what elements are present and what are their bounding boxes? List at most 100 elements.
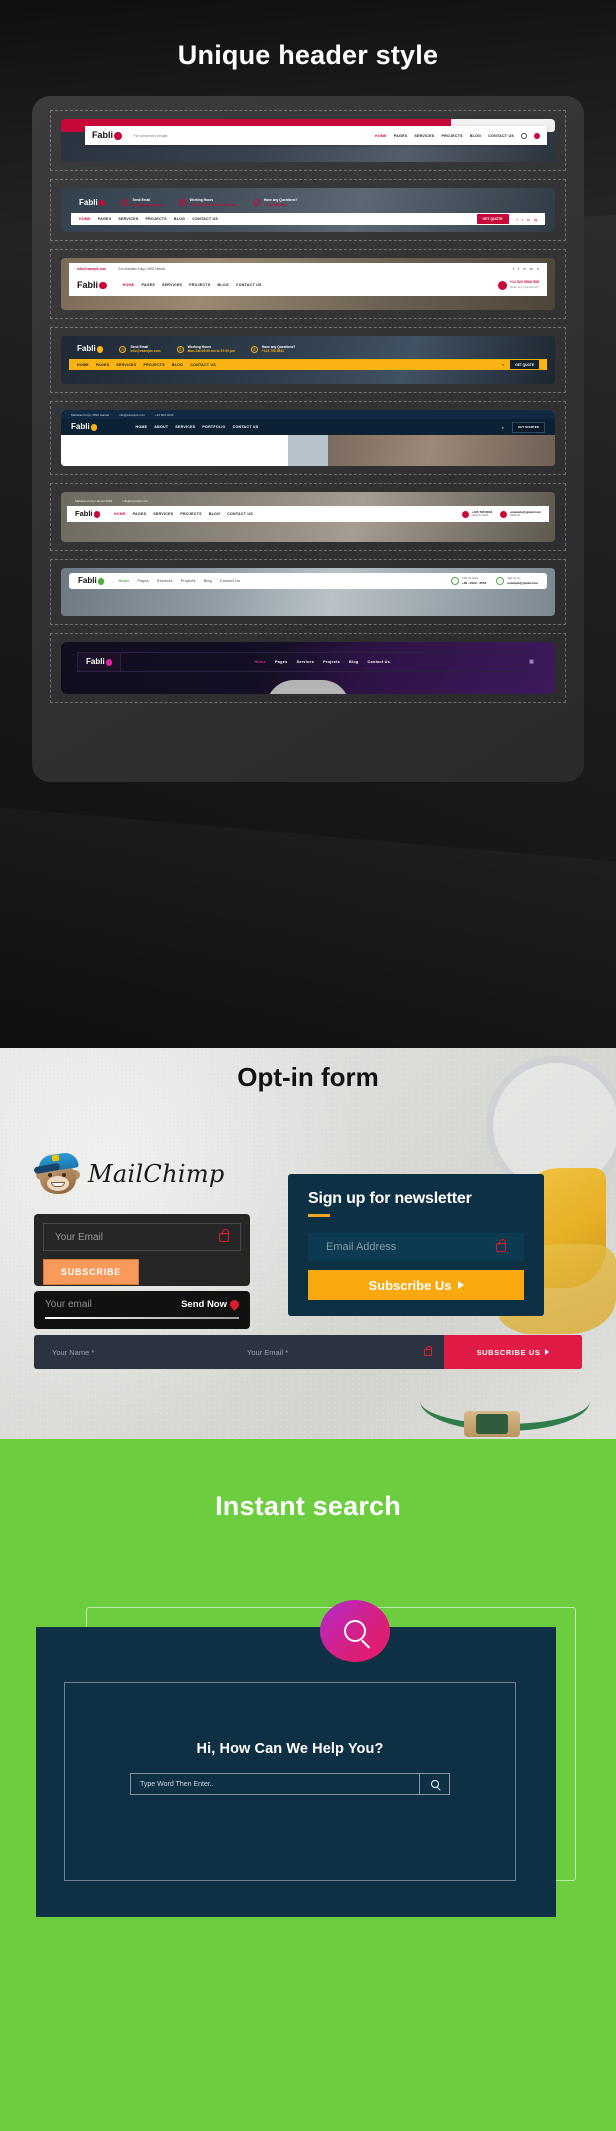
- get-quote-button[interactable]: GET QUOTE: [476, 214, 509, 224]
- nav-services[interactable]: SERVICES: [118, 217, 138, 221]
- header3-social[interactable]: f t b in ⌕: [513, 266, 539, 271]
- behance-icon[interactable]: b: [523, 266, 525, 271]
- nav-about[interactable]: ABOUT: [154, 425, 168, 429]
- nav-pages[interactable]: PAGES: [96, 363, 110, 367]
- header5-email[interactable]: info@example.com: [119, 413, 145, 417]
- header5-navbar[interactable]: Fabli HOME ABOUT SERVICES PORTFOLIO CONT…: [61, 419, 555, 435]
- header6-contacts[interactable]: +123 795 9841 Call Us Now! example@gmail.…: [461, 510, 541, 518]
- nav-pages[interactable]: PAGES: [394, 134, 408, 138]
- get-started-button[interactable]: GET STARTED: [512, 421, 545, 433]
- nav-projects[interactable]: PROJECTS: [441, 134, 462, 138]
- nav-home[interactable]: Home: [254, 660, 266, 664]
- nav-blog[interactable]: BLOG: [209, 512, 220, 516]
- header3-email[interactable]: info@example.com: [77, 267, 106, 271]
- header-variant-8[interactable]: Fabli Home Pages Services Projects Blog …: [50, 633, 566, 703]
- header4-nav[interactable]: HOME PAGES SERVICES PROJECTS BLOG CONTAC…: [77, 363, 216, 367]
- header3-navbar[interactable]: Fabli HOME PAGES SERVICES PROJECTS BLOG …: [69, 274, 547, 296]
- nav-pages[interactable]: Pages: [275, 660, 287, 664]
- email-field-c[interactable]: Your Email *: [229, 1348, 424, 1357]
- header7-contacts[interactable]: Call Us Now! +38 - 2222 - 3555 Talk To Us…: [450, 576, 538, 585]
- nav-services[interactable]: SERVICES: [162, 283, 182, 287]
- nav-services[interactable]: Services: [296, 660, 314, 664]
- nav-blog[interactable]: Blog: [204, 579, 212, 583]
- header7-nav[interactable]: Home Pages Services Projects Blog Contac…: [118, 579, 240, 583]
- name-field-c[interactable]: Your Name *: [34, 1348, 229, 1357]
- nav-blog[interactable]: BLOG: [218, 283, 229, 287]
- header-variant-1[interactable]: Fabli For tomorrow's people. HOME PAGES …: [50, 110, 566, 171]
- header8-navbar[interactable]: Fabli Home Pages Services Projects Blog …: [77, 652, 539, 672]
- nav-home[interactable]: HOME: [77, 363, 89, 367]
- header6-email[interactable]: info@example.com: [122, 499, 148, 503]
- newsletter-email-field[interactable]: Email Address: [308, 1233, 524, 1261]
- header6-call[interactable]: +123 795 9841 Call Us Now!: [461, 510, 492, 518]
- header-variant-6[interactable]: Mahatas Kutiyi Hansel 5692 info@example.…: [50, 483, 566, 551]
- header5-phone[interactable]: +12 564 0245: [155, 413, 173, 417]
- email-placeholder-b[interactable]: Your email: [45, 1299, 92, 1310]
- search-submit-button[interactable]: [420, 1773, 450, 1795]
- nav-pages[interactable]: PAGES: [141, 283, 155, 287]
- header2-nav[interactable]: HOME PAGES SERVICES PROJECTS BLOG CONTAC…: [79, 217, 218, 221]
- header6-mail[interactable]: example@gmail.com Mail Us: [500, 510, 541, 518]
- header2-social[interactable]: f t in ig: [517, 217, 538, 222]
- cart-icon[interactable]: [534, 132, 540, 139]
- subscribe-us-button-c[interactable]: SUBSCRIBE US: [444, 1335, 582, 1369]
- email-field-a[interactable]: Your Email: [43, 1223, 241, 1251]
- instagram-icon[interactable]: ig: [534, 217, 537, 222]
- nav-contact[interactable]: CONTACT US: [190, 363, 216, 367]
- twitter-icon[interactable]: t: [522, 217, 523, 222]
- nav-projects[interactable]: PROJECTS: [143, 363, 164, 367]
- nav-contact[interactable]: Contact Us: [367, 660, 390, 664]
- header2-navbar[interactable]: HOME PAGES SERVICES PROJECTS BLOG CONTAC…: [71, 213, 545, 225]
- optin-form-b[interactable]: Your email Send Now: [34, 1291, 250, 1329]
- header7-call[interactable]: Call Us Now! +38 - 2222 - 3555: [450, 576, 486, 585]
- linkedin-icon[interactable]: in: [527, 217, 530, 222]
- nav-projects[interactable]: Projects: [181, 579, 196, 583]
- nav-contact[interactable]: Contact Us: [220, 579, 240, 583]
- nav-pages[interactable]: PAGES: [98, 217, 112, 221]
- search-icon[interactable]: ⌕: [502, 362, 504, 367]
- twitter-icon[interactable]: t: [518, 266, 519, 271]
- search-input[interactable]: Type Word Then Enter..: [130, 1773, 420, 1795]
- facebook-icon[interactable]: f: [517, 217, 518, 222]
- nav-contact[interactable]: CONTACT US: [227, 512, 253, 516]
- header-variant-5[interactable]: Mahatas Kutiyi, 5692 Hansel info@example…: [50, 401, 566, 475]
- nav-home[interactable]: HOME: [375, 134, 387, 138]
- nav-contact[interactable]: CONTACT US: [488, 134, 514, 138]
- search-icon[interactable]: [521, 132, 527, 139]
- nav-contact[interactable]: CONTACT US: [192, 217, 218, 221]
- header-variant-7[interactable]: Fabli Home Pages Services Projects Blog …: [50, 559, 566, 625]
- nav-projects[interactable]: PROJECTS: [145, 217, 166, 221]
- header4-navbar[interactable]: HOME PAGES SERVICES PROJECTS BLOG CONTAC…: [69, 359, 547, 370]
- send-now-button[interactable]: Send Now: [181, 1298, 241, 1311]
- nav-home[interactable]: Home: [118, 579, 129, 583]
- header-variant-3[interactable]: info@example.com Zoo Mahatas Kutiyi, 569…: [50, 249, 566, 319]
- header-variant-2[interactable]: Fabli ✉ Send Email info@example.com ⏱ Wor…: [50, 179, 566, 241]
- search-bubble-icon[interactable]: [320, 1600, 390, 1662]
- header3-phone[interactable]: +12 523 9568 555 Have any Questions?: [497, 280, 539, 290]
- nav-services[interactable]: Services: [157, 579, 173, 583]
- nav-services[interactable]: SERVICES: [116, 363, 136, 367]
- nav-services[interactable]: SERVICES: [153, 512, 173, 516]
- nav-services[interactable]: SERVICES: [414, 134, 434, 138]
- nav-home[interactable]: HOME: [123, 283, 135, 287]
- search-icon[interactable]: ⌕: [537, 266, 539, 271]
- subscribe-us-button[interactable]: Subscribe Us: [308, 1270, 524, 1300]
- optin-form-a[interactable]: Your Email SUBSCRIBE: [34, 1214, 250, 1286]
- nav-portfolio[interactable]: PORTFOLIO: [202, 425, 225, 429]
- header7-navbar[interactable]: Fabli Home Pages Services Projects Blog …: [69, 573, 547, 589]
- header6-navbar[interactable]: Fabli HOME PAGES SERVICES PROJECTS BLOG …: [67, 506, 549, 522]
- header1-nav[interactable]: HOME PAGES SERVICES PROJECTS BLOG CONTAC…: [375, 132, 540, 139]
- nav-projects[interactable]: PROJECTS: [180, 512, 201, 516]
- nav-home[interactable]: HOME: [79, 217, 91, 221]
- nav-blog[interactable]: Blog: [349, 660, 358, 664]
- header3-nav[interactable]: HOME PAGES SERVICES PROJECTS BLOG CONTAC…: [123, 283, 262, 287]
- nav-home[interactable]: HOME: [114, 512, 126, 516]
- get-quote-button[interactable]: GET QUOTE: [510, 360, 539, 369]
- nav-blog[interactable]: BLOG: [172, 363, 183, 367]
- nav-blog[interactable]: BLOG: [174, 217, 185, 221]
- facebook-icon[interactable]: f: [513, 266, 514, 271]
- header8-logo-box[interactable]: Fabli: [77, 652, 122, 672]
- search-form[interactable]: Type Word Then Enter..: [130, 1773, 450, 1795]
- header1-navbar[interactable]: Fabli For tomorrow's people. HOME PAGES …: [85, 126, 547, 145]
- optin-form-c[interactable]: Your Name * Your Email * SUBSCRIBE US: [34, 1335, 582, 1369]
